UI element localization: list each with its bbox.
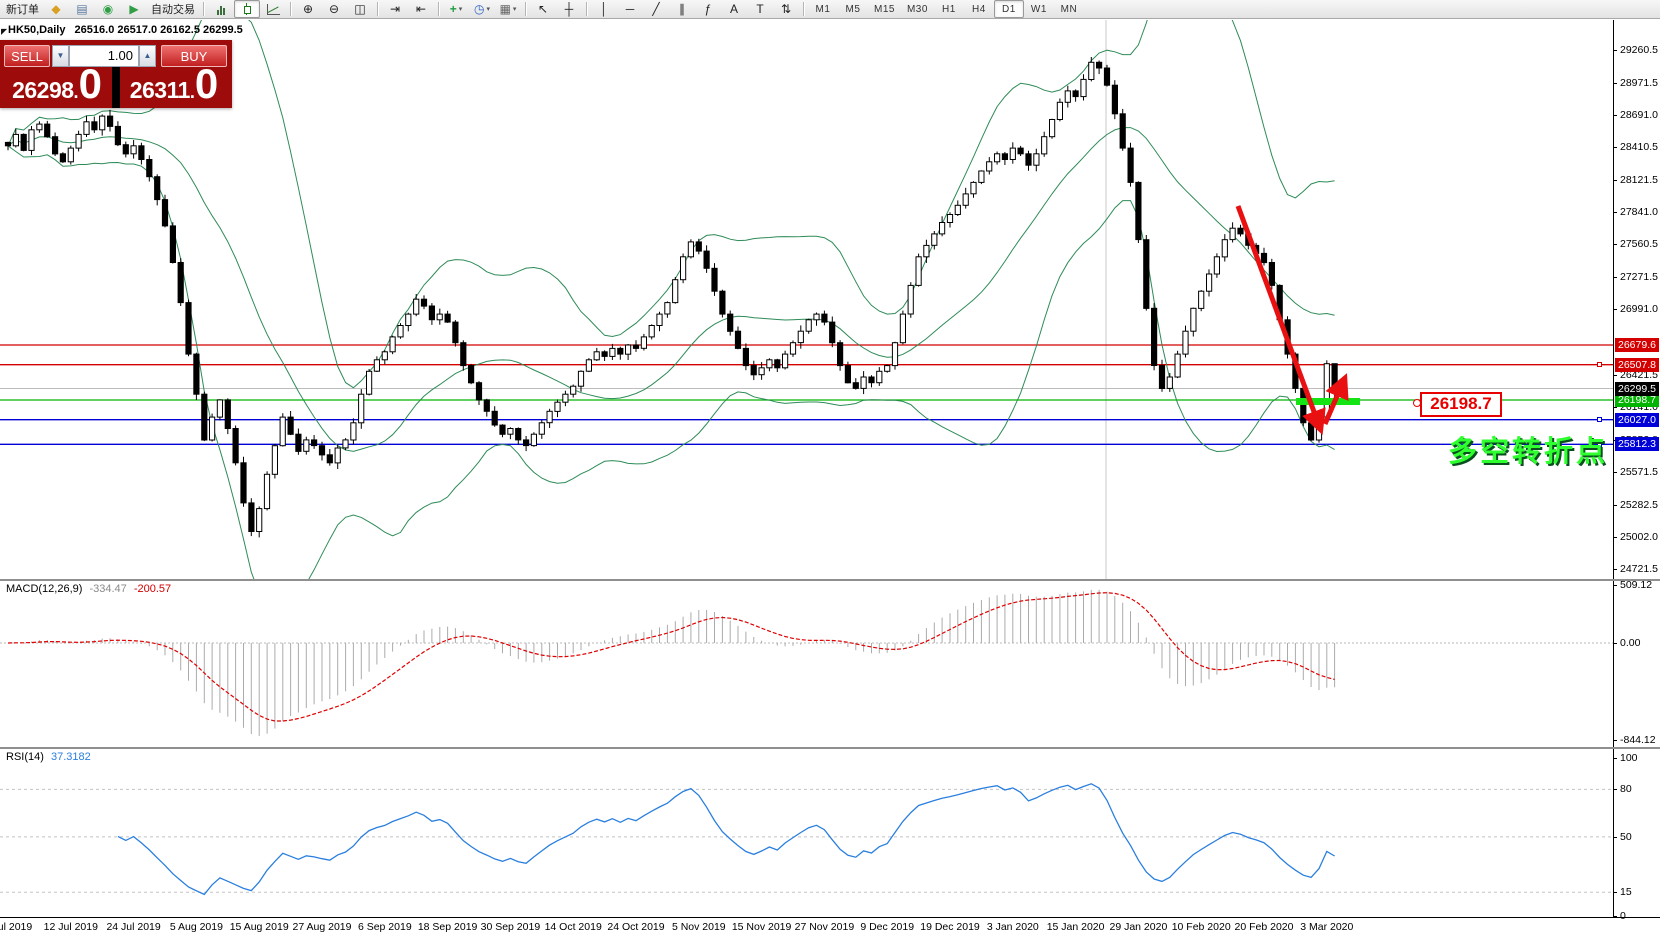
tile-windows-icon[interactable]: ◫ [347, 0, 373, 18]
text-icon[interactable]: A [721, 0, 747, 18]
terminal-icon[interactable]: ▤ [69, 0, 95, 18]
timeframe-button-m15[interactable]: M15 [868, 0, 901, 18]
cursor-icon[interactable]: ↖ [530, 0, 556, 18]
rsi-value: 37.3182 [51, 751, 91, 763]
channel-icon[interactable]: ∥ [669, 0, 695, 18]
timeframe-button-m5[interactable]: M5 [838, 0, 868, 18]
indicators-icon[interactable]: +▾ [443, 0, 469, 18]
vertical-line-icon[interactable]: │ [591, 0, 617, 18]
line-chart-icon[interactable] [260, 0, 286, 18]
toolbar-separator [438, 2, 439, 16]
timeframe-button-h4[interactable]: H4 [964, 0, 994, 18]
main-toolbar: 新订单◆▤◉▶自动交易⊕⊖◫⇥⇤+▾◷▾▦▾↖┼│─╱∥ƒAT⇅M1M5M15M… [0, 0, 1660, 19]
price-axis-line [1613, 20, 1614, 917]
timeframe-button-m1[interactable]: M1 [808, 0, 838, 18]
auto-scroll-icon[interactable]: ⇥ [382, 0, 408, 18]
volume-increase-button[interactable]: ▲ [139, 45, 156, 67]
candlestick-chart-icon[interactable] [234, 0, 260, 18]
crosshair-icon[interactable]: ┼ [556, 0, 582, 18]
ohlc-values: 26516.0 26517.0 26162.5 26299.5 [75, 24, 243, 36]
price-line-tag: 26507.8 [1615, 358, 1659, 372]
profile-icon[interactable]: ◆ [43, 0, 69, 18]
signal-icon[interactable]: ◉ [95, 0, 121, 18]
sell-button[interactable]: SELL [4, 45, 50, 67]
line-handle[interactable] [1597, 417, 1602, 422]
macd-main-value: -334.47 [89, 583, 126, 595]
timeframe-button-m30[interactable]: M30 [901, 0, 934, 18]
macd-signal-value: -200.57 [134, 583, 171, 595]
autotrade-button[interactable]: 自动交易 [147, 0, 199, 18]
toolbar-separator [586, 2, 587, 16]
volume-decrease-button[interactable]: ▼ [52, 45, 69, 67]
new-order-button[interactable]: 新订单 [2, 0, 43, 18]
chart-window-icon: ◤ [1, 27, 7, 36]
rsi-label: RSI(14) 37.3182 [6, 751, 91, 763]
toolbar-separator [525, 2, 526, 16]
one-click-trade-panel: SELL ▼ 1.00 ▲ BUY 26298 . 0 26311 . 0 [0, 40, 232, 108]
price-line-tag: 26027.0 [1615, 413, 1659, 427]
fibonacci-icon[interactable]: ƒ [695, 0, 721, 18]
buy-price[interactable]: 26311 . 0 [120, 67, 228, 108]
line-handle[interactable] [1597, 362, 1602, 367]
chart-shift-icon[interactable]: ⇤ [408, 0, 434, 18]
price-callout-label[interactable]: 26198.7 [1420, 392, 1502, 417]
date-axis-line [0, 917, 1660, 918]
toolbar-separator [290, 2, 291, 16]
bar-chart-icon[interactable] [208, 0, 234, 18]
price-line-tag: 26679.6 [1615, 338, 1659, 352]
trading-platform-window: 新订单◆▤◉▶自动交易⊕⊖◫⇥⇤+▾◷▾▦▾↖┼│─╱∥ƒAT⇅M1M5M15M… [0, 0, 1660, 940]
timeframe-button-h1[interactable]: H1 [934, 0, 964, 18]
macd-pane-separator[interactable] [0, 579, 1660, 581]
periods-icon[interactable]: ◷▾ [469, 0, 495, 18]
price-callout-anchor [1413, 399, 1421, 407]
symbol-period-label: HK50,Daily [8, 24, 65, 36]
text-label-icon[interactable]: T [747, 0, 773, 18]
trendline-icon[interactable]: ╱ [643, 0, 669, 18]
current-price-tag: 26299.5 [1615, 382, 1659, 396]
chart-title: HK50,Daily 26516.0 26517.0 26162.5 26299… [8, 24, 243, 36]
timeframe-button-mn[interactable]: MN [1054, 0, 1084, 18]
templates-icon[interactable]: ▦▾ [495, 0, 521, 18]
turning-point-annotation: 多空转折点 [1448, 428, 1608, 470]
sell-price[interactable]: 26298 . 0 [2, 67, 112, 108]
horizontal-line-icon[interactable]: ─ [617, 0, 643, 18]
toolbar-separator [377, 2, 378, 16]
chart-canvas[interactable] [0, 0, 1660, 940]
timeframe-button-d1[interactable]: D1 [994, 0, 1024, 18]
zoom-out-icon[interactable]: ⊖ [321, 0, 347, 18]
price-line-tag: 25812.3 [1615, 437, 1659, 451]
rsi-pane-separator[interactable] [0, 747, 1660, 749]
autotrade-icon[interactable]: ▶ [121, 0, 147, 18]
timeframe-button-w1[interactable]: W1 [1024, 0, 1054, 18]
macd-label: MACD(12,26,9) -334.47 -200.57 [6, 583, 171, 595]
toolbar-separator [803, 2, 804, 16]
toolbar-separator [203, 2, 204, 16]
zoom-in-icon[interactable]: ⊕ [295, 0, 321, 18]
panel-divider [112, 67, 120, 108]
arrows-icon[interactable]: ⇅ [773, 0, 799, 18]
